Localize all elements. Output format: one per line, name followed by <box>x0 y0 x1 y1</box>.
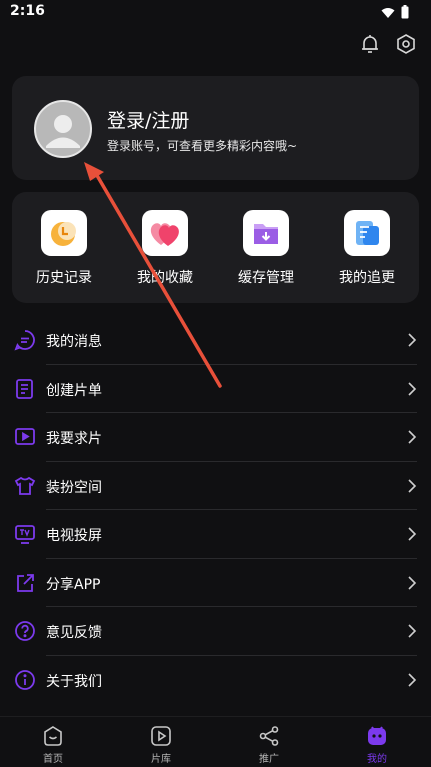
avatar[interactable] <box>34 100 92 158</box>
history-icon <box>41 210 87 256</box>
video-request-icon <box>14 426 36 448</box>
menu-item-label: 分享APP <box>46 576 101 593</box>
menu-item-messages[interactable]: 我的消息 <box>0 316 431 365</box>
menu-item-label: 电视投屏 <box>46 528 102 544</box>
menu-list: 我的消息 创建片单 我要求片 装扮空间 电视投屏 分享APP 意见反馈 关于我们 <box>0 316 431 704</box>
menu-item-about[interactable]: 关于我们 <box>0 656 431 705</box>
message-icon <box>14 329 36 351</box>
shirt-icon <box>14 475 36 497</box>
quick-action-label: 缓存管理 <box>238 270 294 286</box>
wifi-icon <box>381 4 395 23</box>
status-time: 2:16 <box>10 3 45 19</box>
menu-item-feedback[interactable]: 意见反馈 <box>0 607 431 656</box>
mine-icon <box>366 725 388 747</box>
chevron-right-icon <box>407 478 417 494</box>
nav-tab-mine[interactable]: 我的 <box>347 725 407 765</box>
nav-tab-home[interactable]: 首页 <box>23 725 83 765</box>
quick-action-label: 我的收藏 <box>137 270 193 286</box>
menu-item-label: 关于我们 <box>46 673 102 690</box>
menu-item-label: 创建片单 <box>46 382 102 399</box>
nav-tab-label: 推广 <box>259 754 279 765</box>
quick-action-following[interactable]: 我的追更 <box>327 210 407 287</box>
quick-action-cache[interactable]: 缓存管理 <box>226 210 306 287</box>
login-subtitle: 登录账号，可查看更多精彩内容哦~ <box>107 139 298 153</box>
chevron-right-icon <box>407 672 417 688</box>
chevron-right-icon <box>407 623 417 639</box>
chevron-right-icon <box>407 332 417 348</box>
nav-tab-promote[interactable]: 推广 <box>239 725 299 765</box>
settings-icon[interactable] <box>395 33 417 55</box>
menu-item-tv-cast[interactable]: 电视投屏 <box>0 510 431 559</box>
playlist-icon <box>14 378 36 400</box>
library-icon <box>150 725 172 747</box>
menu-item-label: 我要求片 <box>46 431 102 447</box>
quick-action-label: 我的追更 <box>339 270 395 286</box>
heart-icon <box>142 210 188 256</box>
battery-icon <box>401 4 409 23</box>
quick-action-favorites[interactable]: 我的收藏 <box>125 210 205 287</box>
chevron-right-icon <box>407 381 417 397</box>
info-icon <box>14 669 36 691</box>
quick-action-label: 历史记录 <box>36 270 92 286</box>
download-folder-icon <box>243 210 289 256</box>
nav-tab-label: 片库 <box>151 754 171 765</box>
nav-tab-label: 首页 <box>43 754 63 765</box>
promote-icon <box>258 725 280 747</box>
chevron-right-icon <box>407 526 417 542</box>
quick-actions-card: 历史记录 我的收藏 缓存管理 我的追更 <box>12 192 419 303</box>
bell-icon[interactable] <box>359 33 381 55</box>
menu-item-request-video[interactable]: 我要求片 <box>0 413 431 462</box>
document-icon <box>344 210 390 256</box>
home-icon <box>42 725 64 747</box>
chevron-right-icon <box>407 575 417 591</box>
menu-item-dress-up[interactable]: 装扮空间 <box>0 462 431 510</box>
nav-tab-library[interactable]: 片库 <box>131 725 191 765</box>
menu-item-label: 意见反馈 <box>46 625 102 641</box>
nav-tab-label: 我的 <box>367 754 387 765</box>
quick-action-history[interactable]: 历史记录 <box>24 210 104 287</box>
profile-card[interactable]: 登录/注册 登录账号，可查看更多精彩内容哦~ <box>12 76 419 180</box>
question-icon <box>14 620 36 642</box>
login-register-link[interactable]: 登录/注册 <box>107 106 189 133</box>
status-bar: 2:16 <box>0 0 431 26</box>
share-icon <box>14 572 36 594</box>
menu-item-share-app[interactable]: 分享APP <box>0 559 431 607</box>
bottom-navigation: 首页 片库 推广 我的 <box>0 716 431 767</box>
menu-item-label: 我的消息 <box>46 334 102 350</box>
menu-item-create-playlist[interactable]: 创建片单 <box>0 365 431 413</box>
chevron-right-icon <box>407 429 417 445</box>
menu-item-label: 装扮空间 <box>46 479 102 496</box>
tv-icon <box>14 523 36 545</box>
